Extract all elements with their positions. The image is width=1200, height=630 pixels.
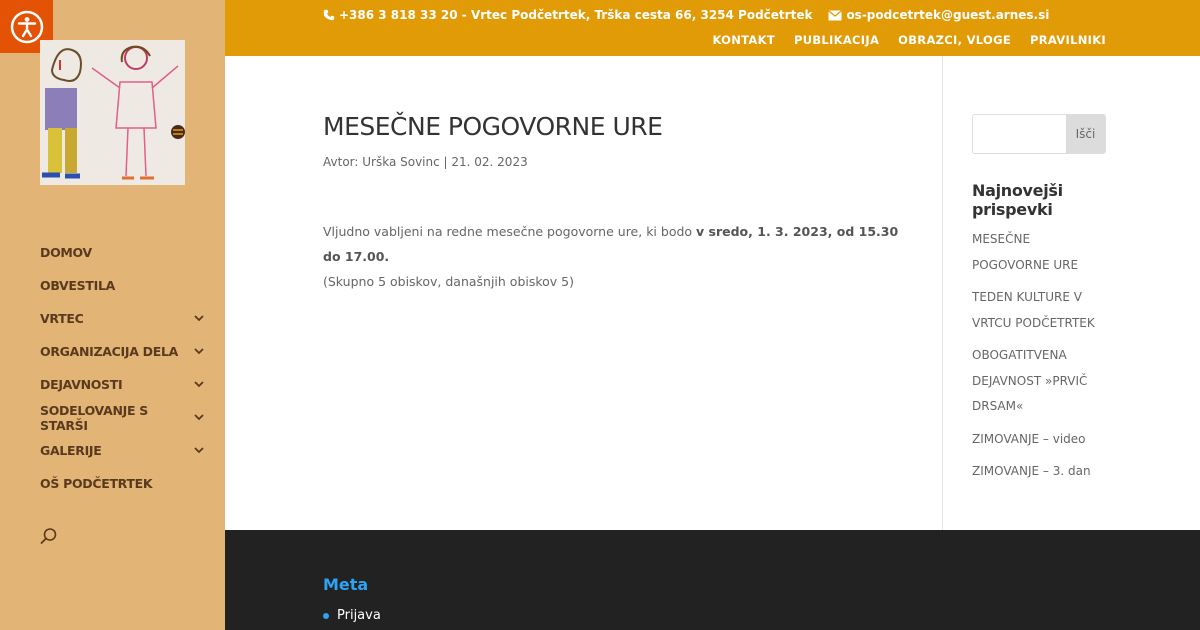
recent-post-link[interactable]: TEDEN KULTURE V VRTCU PODČETRTEK: [972, 285, 1106, 336]
top-nav-publikacija[interactable]: PUBLIKACIJA: [794, 33, 879, 47]
post-content: MESEČNE POGOVORNE URE Avtor: Urška Sovin…: [323, 112, 903, 294]
top-nav-obrazci-vloge[interactable]: OBRAZCI, VLOGE: [898, 33, 1011, 47]
footer-meta-list: Prijava: [323, 608, 381, 623]
search-icon[interactable]: [40, 527, 58, 545]
nav-item-os-podcetrtek[interactable]: OŠ PODČETRTEK: [40, 467, 210, 500]
chevron-down-icon[interactable]: [192, 378, 206, 392]
top-nav-pravilniki[interactable]: PRAVILNIKI: [1030, 33, 1106, 47]
chevron-down-icon[interactable]: [192, 312, 206, 326]
top-header-bar: +386 3 818 33 20 - Vrtec Podčetrtek, Trš…: [225, 0, 1200, 56]
left-sidebar: DOMOV OBVESTILA VRTEC ORGANIZACIJA DELA …: [0, 0, 225, 630]
right-sidebar: Išči Najnovejši prispevki MESEČNE POGOVO…: [972, 114, 1106, 492]
site-footer: Meta Prijava: [225, 530, 1200, 630]
bullet-icon: [323, 612, 329, 619]
search-widget: Išči: [972, 114, 1106, 154]
post-body-text: Vljudno vabljeni na redne mesečne pogovo…: [323, 224, 697, 239]
top-navigation: KONTAKT PUBLIKACIJA OBRAZCI, VLOGE PRAVI…: [693, 33, 1106, 47]
sidebar-search-input[interactable]: [64, 528, 194, 544]
nav-item-vrtec[interactable]: VRTEC: [40, 302, 210, 335]
post-title: MESEČNE POGOVORNE URE: [323, 112, 663, 141]
accessibility-icon: [10, 10, 43, 43]
nav-item-galerije[interactable]: GALERIJE: [40, 434, 210, 467]
site-logo[interactable]: [40, 40, 185, 185]
footer-login-link[interactable]: Prijava: [323, 608, 381, 623]
main-navigation: DOMOV OBVESTILA VRTEC ORGANIZACIJA DELA …: [40, 236, 210, 500]
recent-post-link[interactable]: OBOGATITVENA DEJAVNOST »PRVIČ DRSAM«: [972, 343, 1106, 420]
envelope-icon: [828, 9, 843, 20]
phone-icon: [323, 9, 335, 21]
children-drawing-logo-image: [40, 40, 185, 185]
footer-meta-title: Meta: [323, 575, 369, 594]
recent-post-link[interactable]: ZIMOVANJE – video: [972, 427, 1106, 453]
recent-post-link[interactable]: MESEČNE POGOVORNE URE: [972, 227, 1106, 278]
recent-posts-list: MESEČNE POGOVORNE URE TEDEN KULTURE V VR…: [972, 227, 1106, 485]
chevron-down-icon[interactable]: [192, 444, 206, 458]
recent-posts-title: Najnovejši prispevki: [972, 181, 1063, 219]
chevron-down-icon[interactable]: [192, 345, 206, 359]
visit-counter: (Skupno 5 obiskov, današnjih obiskov 5): [323, 274, 575, 289]
top-nav-kontakt[interactable]: KONTAKT: [712, 33, 775, 47]
nav-item-dejavnosti[interactable]: DEJAVNOSTI: [40, 368, 210, 401]
nav-item-sodelovanje-s-starsi[interactable]: SODELOVANJE S STARŠI: [40, 401, 210, 434]
contact-email-link[interactable]: os-podcetrtek@guest.arnes.si: [846, 8, 1049, 22]
contact-info: +386 3 818 33 20 - Vrtec Podčetrtek, Trš…: [323, 8, 1049, 22]
chevron-down-icon[interactable]: [193, 411, 206, 425]
sidebar-search: [40, 524, 200, 548]
nav-item-obvestila[interactable]: OBVESTILA: [40, 269, 210, 302]
search-button[interactable]: Išči: [1066, 115, 1105, 153]
nav-item-organizacija-dela[interactable]: ORGANIZACIJA DELA: [40, 335, 210, 368]
nav-item-domov[interactable]: DOMOV: [40, 236, 210, 269]
search-input[interactable]: [973, 115, 1066, 153]
content-divider: [942, 56, 943, 530]
post-body: Vljudno vabljeni na redne mesečne pogovo…: [323, 219, 903, 294]
contact-phone-address: +386 3 818 33 20 - Vrtec Podčetrtek, Trš…: [339, 8, 813, 22]
post-meta: Avtor: Urška Sovinc | 21. 02. 2023: [323, 155, 528, 169]
recent-post-link[interactable]: ZIMOVANJE – 3. dan: [972, 459, 1106, 485]
